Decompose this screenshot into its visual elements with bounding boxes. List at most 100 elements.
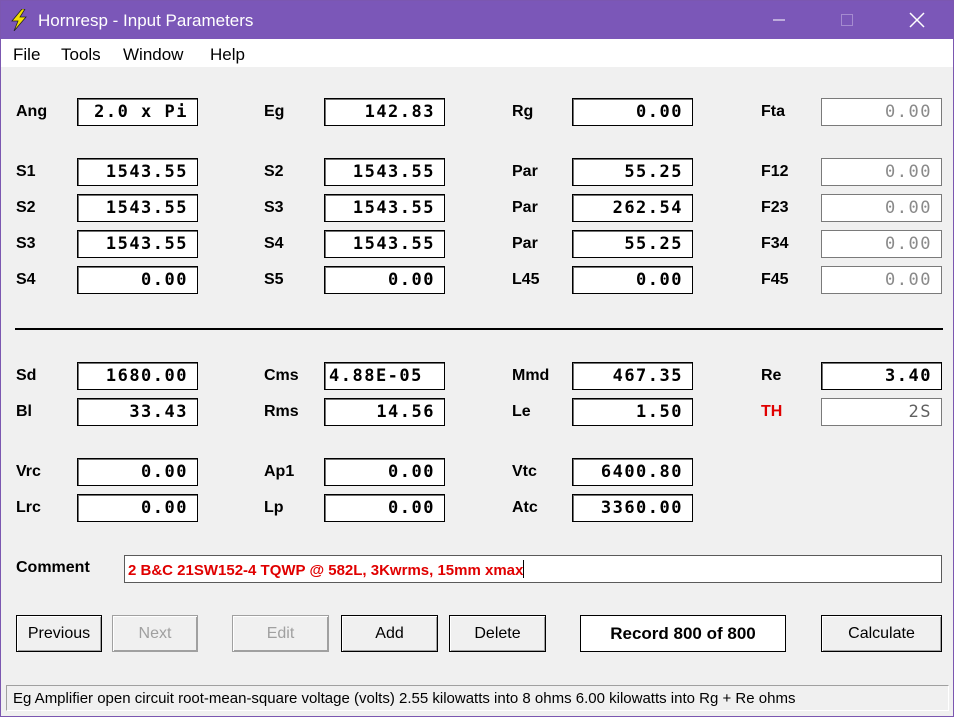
calculate-button[interactable]: Calculate — [821, 615, 942, 652]
lrc-field[interactable]: 0.00 — [77, 494, 198, 522]
section-divider — [15, 328, 943, 330]
add-button-label: Add — [375, 624, 404, 642]
param-label: Par — [512, 235, 538, 252]
calculate-button-label: Calculate — [848, 624, 915, 642]
param-label: Ang — [16, 103, 48, 120]
par-field[interactable]: 262.54 — [572, 194, 693, 222]
s2-field[interactable]: 1543.55 — [77, 194, 198, 222]
param-label: F45 — [761, 271, 789, 288]
param-label: Lrc — [16, 499, 41, 516]
comment-input[interactable]: 2 B&C 21SW152-4 TQWP @ 582L, 3Kwrms, 15m… — [124, 555, 942, 583]
th-field: 2S — [821, 398, 942, 426]
param-label: Rms — [264, 403, 299, 420]
menu-bar: File Tools Window Help — [1, 39, 953, 67]
menu-tools[interactable]: Tools — [61, 45, 101, 65]
minimize-icon — [773, 19, 785, 21]
param-label: F34 — [761, 235, 789, 252]
bl-field[interactable]: 33.43 — [77, 398, 198, 426]
maximize-icon — [841, 14, 853, 26]
rg-field[interactable]: 0.00 — [572, 98, 693, 126]
param-label: Par — [512, 163, 538, 180]
menu-file[interactable]: File — [13, 45, 40, 65]
rms-field[interactable]: 14.56 — [324, 398, 445, 426]
title-bar[interactable]: Hornresp - Input Parameters — [1, 1, 953, 39]
s4-field[interactable]: 1543.55 — [324, 230, 445, 258]
lp-field[interactable]: 0.00 — [324, 494, 445, 522]
menu-help[interactable]: Help — [210, 45, 245, 65]
ap1-field[interactable]: 0.00 — [324, 458, 445, 486]
param-label: S5 — [264, 271, 284, 288]
s2-field[interactable]: 1543.55 — [324, 158, 445, 186]
delete-button-label: Delete — [474, 624, 521, 642]
delete-button[interactable]: Delete — [449, 615, 546, 652]
par-field[interactable]: 55.25 — [572, 230, 693, 258]
param-label: Vrc — [16, 463, 41, 480]
le-field[interactable]: 1.50 — [572, 398, 693, 426]
maximize-button — [824, 1, 870, 39]
param-label: Ap1 — [264, 463, 295, 480]
previous-button[interactable]: Previous — [16, 615, 102, 652]
param-label: Atc — [512, 499, 538, 516]
menu-window[interactable]: Window — [123, 45, 183, 65]
f23-field: 0.00 — [821, 194, 942, 222]
param-label: Lp — [264, 499, 284, 516]
hornresp-window: Hornresp - Input Parameters File Tools W… — [0, 0, 954, 717]
param-label: S2 — [264, 163, 284, 180]
param-label: Eg — [264, 103, 285, 120]
comment-label: Comment — [16, 559, 90, 576]
close-button[interactable] — [894, 1, 940, 39]
mmd-field[interactable]: 467.35 — [572, 362, 693, 390]
next-button: Next — [112, 615, 198, 652]
l45-field[interactable]: 0.00 — [572, 266, 693, 294]
param-label: S4 — [16, 271, 36, 288]
fta-field: 0.00 — [821, 98, 942, 126]
minimize-button[interactable] — [756, 1, 802, 39]
f45-field: 0.00 — [821, 266, 942, 294]
s5-field[interactable]: 0.00 — [324, 266, 445, 294]
param-label: Cms — [264, 367, 299, 384]
status-bar: Eg Amplifier open circuit root-mean-squa… — [6, 685, 949, 711]
param-label: Re — [761, 367, 782, 384]
ang-field[interactable]: 2.0 x Pi — [77, 98, 198, 126]
next-button-label: Next — [138, 624, 172, 642]
param-label: Rg — [512, 103, 534, 120]
param-label: S1 — [16, 163, 36, 180]
lightning-bolt-icon — [11, 9, 27, 31]
s3-field[interactable]: 1543.55 — [77, 230, 198, 258]
atc-field[interactable]: 3360.00 — [572, 494, 693, 522]
f12-field: 0.00 — [821, 158, 942, 186]
param-label: Fta — [761, 103, 785, 120]
param-label: Bl — [16, 403, 32, 420]
param-label: S3 — [16, 235, 36, 252]
sd-field[interactable]: 1680.00 — [77, 362, 198, 390]
text-caret — [523, 560, 525, 578]
param-label: S3 — [264, 199, 284, 216]
s1-field[interactable]: 1543.55 — [77, 158, 198, 186]
s3-field[interactable]: 1543.55 — [324, 194, 445, 222]
eg-field[interactable]: 142.83 — [324, 98, 445, 126]
vtc-field[interactable]: 6400.80 — [572, 458, 693, 486]
par-field[interactable]: 55.25 — [572, 158, 693, 186]
record-indicator: Record 800 of 800 — [580, 615, 786, 652]
param-label: Sd — [16, 367, 37, 384]
param-label: Vtc — [512, 463, 537, 480]
edit-button: Edit — [232, 615, 329, 652]
s4-field[interactable]: 0.00 — [77, 266, 198, 294]
param-label: F23 — [761, 199, 789, 216]
close-icon — [909, 12, 925, 28]
param-label: F12 — [761, 163, 789, 180]
param-label: S2 — [16, 199, 36, 216]
add-button[interactable]: Add — [341, 615, 438, 652]
vrc-field[interactable]: 0.00 — [77, 458, 198, 486]
param-label: Par — [512, 199, 538, 216]
param-label: Mmd — [512, 367, 550, 384]
re-field[interactable]: 3.40 — [821, 362, 942, 390]
th-label[interactable]: TH — [761, 403, 782, 421]
comment-text: 2 B&C 21SW152-4 TQWP @ 582L, 3Kwrms, 15m… — [128, 562, 524, 579]
param-label: L45 — [512, 271, 540, 288]
edit-button-label: Edit — [266, 624, 295, 642]
cms-field[interactable]: 4.88E-05 — [324, 362, 445, 390]
param-label: S4 — [264, 235, 284, 252]
window-title: Hornresp - Input Parameters — [38, 11, 254, 30]
f34-field: 0.00 — [821, 230, 942, 258]
